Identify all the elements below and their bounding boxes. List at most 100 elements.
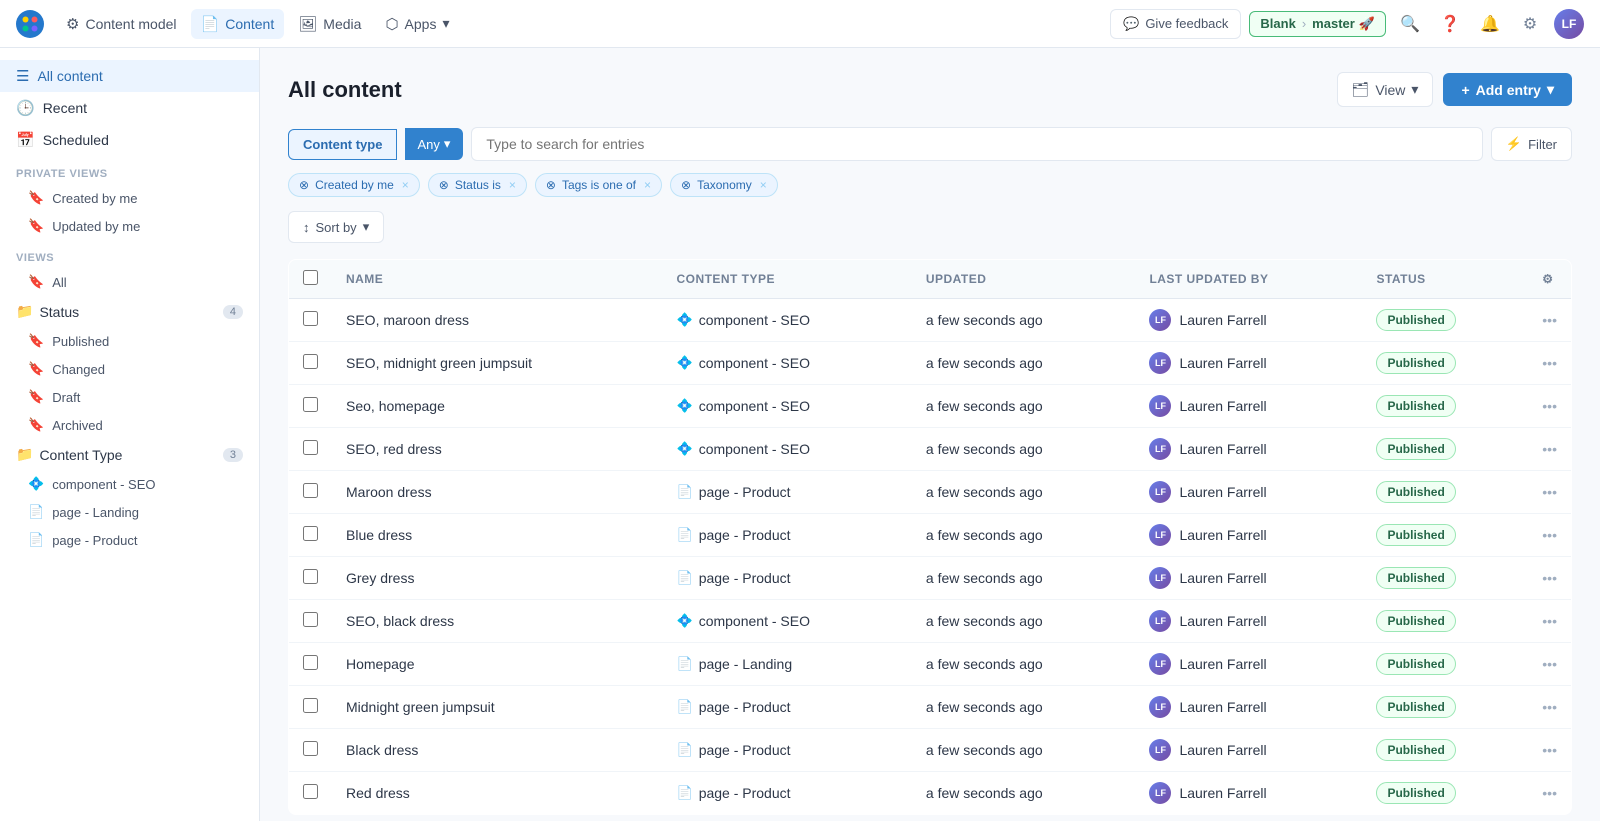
- entry-name[interactable]: SEO, red dress: [346, 441, 442, 457]
- filter-tag-icon-3: ⊗: [681, 178, 691, 192]
- row-checkbox[interactable]: [303, 311, 318, 326]
- table-row: Blue dress 📄 page - Product a few second…: [289, 514, 1572, 557]
- table-settings-icon[interactable]: ⚙: [1542, 272, 1553, 286]
- row-more-button[interactable]: •••: [1542, 570, 1557, 586]
- row-name-cell: SEO, midnight green jumpsuit: [332, 342, 663, 385]
- sidebar-item-created-by-me[interactable]: 🔖 Created by me: [0, 184, 259, 212]
- page-landing-icon: 📄: [28, 504, 44, 520]
- filter-tag-tags-is-one-of[interactable]: ⊗ Tags is one of ×: [535, 173, 662, 197]
- entry-name[interactable]: Black dress: [346, 742, 418, 758]
- sidebar-item-scheduled[interactable]: 📅 Scheduled: [0, 124, 259, 156]
- entry-name[interactable]: Maroon dress: [346, 484, 432, 500]
- sidebar-item-all-content[interactable]: ☰ All content: [0, 60, 259, 92]
- search-input[interactable]: [471, 127, 1483, 161]
- add-entry-button[interactable]: + Add entry ▾: [1443, 73, 1572, 106]
- row-more-button[interactable]: •••: [1542, 355, 1557, 371]
- filter-button[interactable]: ⚡ Filter: [1491, 127, 1572, 161]
- entry-name[interactable]: Homepage: [346, 656, 415, 672]
- filter-tag-created-by-me[interactable]: ⊗ Created by me ×: [288, 173, 420, 197]
- sidebar-item-draft[interactable]: 🔖 Draft: [0, 383, 259, 411]
- search-button[interactable]: 🔍: [1394, 8, 1426, 40]
- entry-name[interactable]: SEO, midnight green jumpsuit: [346, 355, 532, 371]
- row-more-button[interactable]: •••: [1542, 613, 1557, 629]
- nav-apps[interactable]: ⬡ Apps ▾: [375, 9, 459, 39]
- filter-tag-taxonomy[interactable]: ⊗ Taxonomy ×: [670, 173, 778, 197]
- ct-icon: 📄: [677, 484, 693, 500]
- sidebar-item-page-landing[interactable]: 📄 page - Landing: [0, 498, 259, 526]
- feedback-button[interactable]: 💬 Give feedback: [1110, 9, 1241, 39]
- row-more-button[interactable]: •••: [1542, 398, 1557, 414]
- nav-media[interactable]: 🖼 Media: [288, 9, 371, 39]
- nav-content[interactable]: 📄 Content: [191, 9, 285, 39]
- entry-name[interactable]: SEO, maroon dress: [346, 312, 469, 328]
- row-checkbox[interactable]: [303, 784, 318, 799]
- view-button[interactable]: 🗂 View ▾: [1337, 72, 1434, 107]
- ct-icon: 📄: [677, 527, 693, 543]
- env-badge[interactable]: Blank › master 🚀: [1249, 11, 1386, 37]
- row-more-button[interactable]: •••: [1542, 699, 1557, 715]
- row-checkbox[interactable]: [303, 569, 318, 584]
- apps-chevron-icon: ▾: [442, 15, 449, 32]
- row-checkbox[interactable]: [303, 741, 318, 756]
- ct-icon: 💠: [677, 613, 693, 629]
- row-actions-cell: •••: [1528, 772, 1571, 815]
- row-checkbox[interactable]: [303, 354, 318, 369]
- sidebar-content-type-group[interactable]: 📁 Content Type 3: [0, 439, 259, 470]
- notifications-button[interactable]: 🔔: [1474, 8, 1506, 40]
- content-table: Name Content Type Updated Last updated b…: [288, 259, 1572, 815]
- sidebar-item-updated-by-me[interactable]: 🔖 Updated by me: [0, 212, 259, 240]
- sidebar-item-changed[interactable]: 🔖 Changed: [0, 355, 259, 383]
- select-all-checkbox[interactable]: [303, 270, 318, 285]
- branch-icon: 🚀: [1359, 16, 1375, 32]
- sidebar-item-component-seo[interactable]: 💠 component - SEO: [0, 470, 259, 498]
- row-checkbox-cell: [289, 514, 333, 557]
- sidebar-item-all[interactable]: 🔖 All: [0, 268, 259, 296]
- sidebar-item-page-product[interactable]: 📄 page - Product: [0, 526, 259, 554]
- row-more-button[interactable]: •••: [1542, 527, 1557, 543]
- content-type-button[interactable]: Content type: [288, 129, 397, 160]
- entry-name[interactable]: Seo, homepage: [346, 398, 445, 414]
- remove-filter-3[interactable]: ×: [760, 178, 767, 192]
- entry-name[interactable]: Midnight green jumpsuit: [346, 699, 495, 715]
- table-row: Red dress 📄 page - Product a few seconds…: [289, 772, 1572, 815]
- row-name-cell: Red dress: [332, 772, 663, 815]
- row-actions-cell: •••: [1528, 557, 1571, 600]
- row-checkbox[interactable]: [303, 698, 318, 713]
- row-checkbox[interactable]: [303, 655, 318, 670]
- nav-content-model[interactable]: ⚙ Content model: [56, 9, 187, 39]
- row-checkbox[interactable]: [303, 483, 318, 498]
- row-more-button[interactable]: •••: [1542, 441, 1557, 457]
- settings-button[interactable]: ⚙: [1514, 8, 1546, 40]
- status-badge: Published: [1376, 309, 1455, 331]
- table-row: SEO, maroon dress 💠 component - SEO a fe…: [289, 299, 1572, 342]
- row-checkbox[interactable]: [303, 612, 318, 627]
- row-checkbox[interactable]: [303, 526, 318, 541]
- remove-filter-0[interactable]: ×: [402, 178, 409, 192]
- row-checkbox[interactable]: [303, 397, 318, 412]
- row-more-button[interactable]: •••: [1542, 484, 1557, 500]
- user-avatar[interactable]: LF: [1554, 9, 1584, 39]
- remove-filter-2[interactable]: ×: [644, 178, 651, 192]
- help-button[interactable]: ❓: [1434, 8, 1466, 40]
- entry-name[interactable]: Grey dress: [346, 570, 414, 586]
- remove-filter-1[interactable]: ×: [509, 178, 516, 192]
- row-checkbox[interactable]: [303, 440, 318, 455]
- entry-name[interactable]: SEO, black dress: [346, 613, 454, 629]
- row-actions-cell: •••: [1528, 428, 1571, 471]
- row-more-button[interactable]: •••: [1542, 656, 1557, 672]
- row-status-cell: Published: [1362, 428, 1528, 471]
- entry-name[interactable]: Blue dress: [346, 527, 412, 543]
- th-settings[interactable]: ⚙: [1528, 260, 1571, 299]
- sidebar-status-group[interactable]: 📁 Status 4: [0, 296, 259, 327]
- entry-name[interactable]: Red dress: [346, 785, 410, 801]
- any-filter-button[interactable]: Any ▾: [405, 128, 463, 160]
- sidebar-item-published[interactable]: 🔖 Published: [0, 327, 259, 355]
- row-more-button[interactable]: •••: [1542, 312, 1557, 328]
- filter-tag-status-is[interactable]: ⊗ Status is ×: [428, 173, 527, 197]
- row-more-button[interactable]: •••: [1542, 742, 1557, 758]
- sidebar-item-recent[interactable]: 🕒 Recent: [0, 92, 259, 124]
- sort-button[interactable]: ↕ Sort by ▾: [288, 211, 384, 243]
- updated-by-name: Lauren Farrell: [1179, 355, 1266, 371]
- row-more-button[interactable]: •••: [1542, 785, 1557, 801]
- sidebar-item-archived[interactable]: 🔖 Archived: [0, 411, 259, 439]
